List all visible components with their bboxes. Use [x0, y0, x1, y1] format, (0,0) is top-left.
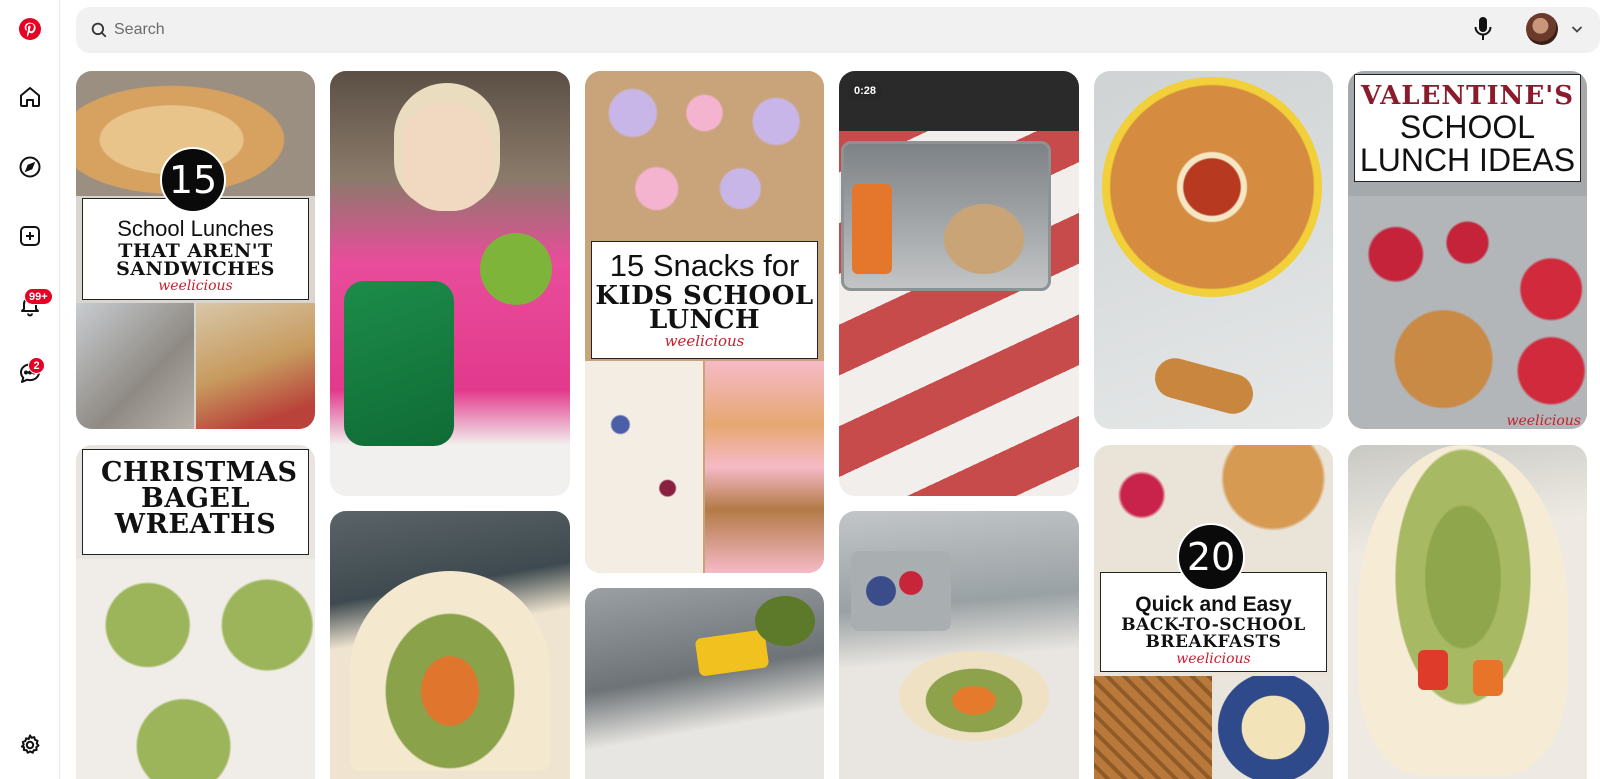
pin-title-line1: Quick and Easy — [1135, 593, 1292, 616]
person-photo — [402, 101, 492, 211]
pin-20-breakfasts[interactable]: Quick and Easy BACK-TO-SCHOOL BREAKFASTS… — [1094, 445, 1333, 779]
chicken-bag-photo — [344, 281, 454, 446]
search-icon — [91, 22, 107, 38]
pin-title-banner: School Lunches THAT AREN'T SANDWICHES we… — [82, 198, 309, 300]
tomato — [1418, 650, 1448, 690]
pin-brand: weelicious — [1176, 651, 1251, 667]
pin-title-line1: VALENTINE'S — [1360, 81, 1575, 111]
create-plus-icon[interactable] — [9, 215, 51, 257]
yogurt-bark-photo — [585, 361, 703, 573]
pin-number-badge: 15 — [160, 147, 226, 213]
school-bus-pick — [694, 629, 770, 677]
pesto-photo — [480, 233, 552, 305]
pin-title-line2: BACK-TO-SCHOOL BREAKFASTS — [1121, 615, 1306, 652]
explore-compass-icon[interactable] — [9, 146, 51, 188]
chevron-down-icon[interactable] — [1570, 22, 1584, 36]
video-duration-badge: 0:28 — [847, 82, 884, 100]
pinterest-logo-icon[interactable] — [9, 8, 51, 50]
carrots — [852, 184, 892, 274]
messages-badge: 2 — [28, 357, 45, 374]
pin-christmas-bagel-wreaths[interactable]: CHRISTMAS BAGEL WREATHS — [76, 445, 315, 779]
berries-photo — [851, 551, 951, 631]
home-icon[interactable] — [9, 76, 51, 118]
avocado-photo — [755, 596, 815, 646]
pin-title-line2: THAT AREN'T SANDWICHES — [116, 240, 275, 280]
burritos-photo — [1214, 676, 1333, 779]
pin-lunchbox-video[interactable]: 0:28 — [839, 71, 1079, 496]
pin-number-badge: 20 — [1177, 523, 1245, 591]
pin-wrap-closeup[interactable] — [1348, 445, 1587, 779]
pin-title-line2: SCHOOL LUNCH IDEAS — [1359, 109, 1576, 178]
quesadilla-photo — [196, 303, 315, 429]
microphone-icon[interactable] — [1473, 16, 1493, 42]
search-bar[interactable] — [76, 7, 1600, 53]
pin-title-banner: CHRISTMAS BAGEL WREATHS — [82, 449, 309, 555]
notifications-badge: 99+ — [24, 288, 53, 305]
pin-wrap-lunchbox[interactable] — [839, 511, 1079, 779]
carrot — [1473, 660, 1503, 696]
pin-title: CHRISTMAS BAGEL WREATHS — [101, 457, 298, 540]
pin-brand: weelicious — [1506, 413, 1581, 429]
pin-woman-video[interactable] — [330, 71, 570, 496]
pizza-rollups-photo — [1102, 77, 1322, 297]
dark-background — [839, 71, 1079, 131]
wrap-photo — [899, 651, 1049, 741]
pin-school-lunches[interactable]: School Lunches THAT AREN'T SANDWICHES we… — [76, 71, 315, 429]
pin-wrap-sandwich[interactable] — [330, 511, 570, 779]
pin-title-line2: KIDS SCHOOL LUNCH — [595, 281, 814, 335]
bagel-wreaths-photo — [76, 559, 315, 779]
pin-brand: weelicious — [664, 332, 745, 350]
pin-bento-school-bus[interactable] — [585, 588, 824, 779]
pin-brand: weelicious — [158, 278, 233, 294]
animal-toast-photo — [705, 361, 824, 573]
valentine-lunchbox-photo — [1348, 196, 1587, 429]
pin-title-banner: VALENTINE'S SCHOOL LUNCH IDEAS — [1354, 74, 1581, 182]
sidebar: 99+ 2 — [0, 0, 60, 779]
pin-15-snacks[interactable]: 15 Snacks for KIDS SCHOOL LUNCH weelicio… — [585, 71, 824, 573]
pin-pizza-rollups[interactable] — [1094, 71, 1333, 429]
lunchbox-photo — [76, 303, 194, 429]
search-input[interactable] — [114, 7, 1494, 53]
pin-valentines-lunch[interactable]: VALENTINE'S SCHOOL LUNCH IDEAS weeliciou… — [1348, 71, 1587, 429]
pin-title-banner: 15 Snacks for KIDS SCHOOL LUNCH weelicio… — [591, 241, 818, 359]
lunchbox-photo — [841, 141, 1051, 291]
pin-title-line1: 15 Snacks for — [609, 248, 800, 283]
settings-gear-icon[interactable] — [9, 724, 51, 766]
bread-round — [944, 204, 1024, 274]
wrap-photo — [350, 571, 550, 771]
avatar[interactable] — [1526, 13, 1558, 45]
donut-apples-photo — [585, 71, 824, 239]
waffles-photo — [1094, 676, 1212, 779]
wrap-photo — [1358, 445, 1568, 775]
pin-title-line1: School Lunches — [117, 216, 274, 241]
rollup-photo — [1150, 353, 1258, 419]
